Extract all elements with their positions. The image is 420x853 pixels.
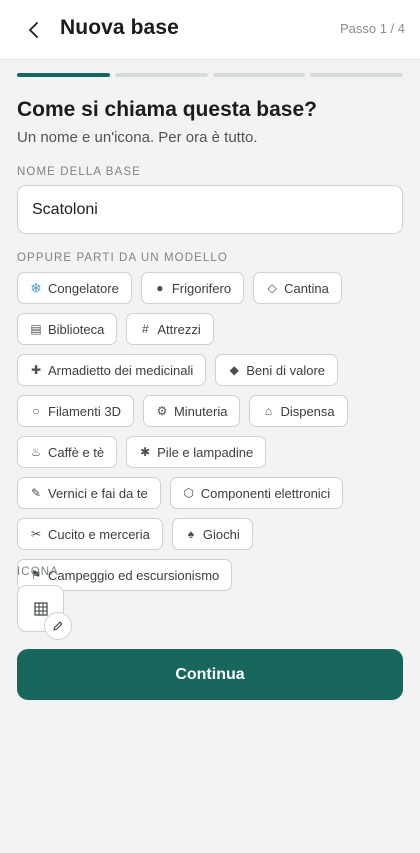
edit-icon-button[interactable]: [44, 612, 72, 640]
template-chip-label: Cucito e merceria: [48, 526, 150, 542]
intro: Come si chiama questa base? Un nome e un…: [17, 97, 403, 147]
template-chip[interactable]: ⬡ Componenti elettronici: [169, 477, 344, 509]
page-title: Nuova base: [60, 16, 179, 39]
circle-icon: ○: [32, 404, 40, 418]
template-chips: ❄ Congelatore ● Frigorifero ◇ Cantina ▤ Bibliot…: [17, 272, 407, 591]
template-chip-label: Armadietto dei medicinali: [48, 362, 194, 378]
progress-segment-1: [17, 73, 110, 77]
progress-segment-2: [114, 73, 208, 77]
chevron-left-icon: [29, 22, 38, 38]
template-chip[interactable]: ❄ Congelatore: [17, 272, 132, 304]
template-chip[interactable]: ▤ Biblioteca: [17, 313, 118, 345]
template-chip[interactable]: # Attrezzi: [126, 313, 214, 345]
template-chip-label: Frigorifero: [171, 280, 232, 296]
template-chip[interactable]: ⚙ Minuteria: [142, 395, 241, 427]
icon-label: ICONA: [17, 566, 59, 578]
progress-segment-4: [310, 73, 403, 77]
template-chip[interactable]: ◆ Beni di valore: [215, 354, 339, 386]
template-chip-label: Attrezzi: [157, 321, 201, 337]
pencil-icon: [53, 621, 63, 631]
template-chip-label: Dispensa: [280, 403, 335, 419]
template-chip-label: Giochi: [202, 526, 240, 542]
template-chip[interactable]: ⌂ Dispensa: [249, 395, 348, 427]
snowflake-icon: ❄: [30, 279, 42, 296]
template-chip[interactable]: ✱ Pile e lampadine: [126, 436, 267, 468]
template-chip-label: Vernici e fai da te: [48, 485, 148, 501]
template-chip-label: Minuteria: [173, 403, 228, 419]
diamond-icon: ◆: [229, 363, 239, 377]
template-chip[interactable]: ◇ Cantina: [253, 272, 342, 304]
hexagon-icon: ⬡: [183, 486, 194, 500]
base-name-input[interactable]: [17, 185, 403, 234]
template-chip-label: Campeggio ed escursionismo: [48, 567, 220, 583]
template-chip[interactable]: ● Frigorifero: [140, 272, 245, 304]
app-header: Nuova base Passo 1 / 4: [0, 0, 420, 60]
template-chip-label: Cantina: [284, 280, 329, 296]
template-chip-label: Componenti elettronici: [200, 485, 331, 501]
scissors-icon: ✂: [30, 527, 42, 541]
house-icon: ⌂: [264, 404, 273, 418]
template-chip[interactable]: ✎ Vernici e fai da te: [17, 477, 161, 509]
template-chip[interactable]: ✚ Armadietto dei medicinali: [17, 354, 207, 386]
diamond-outline-icon: ◇: [267, 281, 277, 295]
hot-drink-icon: ♨: [30, 445, 42, 459]
grid-icon: [33, 601, 48, 616]
step-indicator: Passo 1 / 4: [339, 21, 405, 36]
question-subheading: Un nome e un'icona. Per ora è tutto.: [17, 129, 258, 146]
template-chip-label: Filamenti 3D: [48, 403, 121, 419]
question-heading: Come si chiama questa base?: [17, 98, 317, 121]
dot-icon: ●: [156, 281, 164, 295]
template-chip-label: Congelatore: [48, 280, 119, 296]
template-chip-label: Pile e lampadine: [157, 444, 254, 460]
asterisk-icon: ✱: [140, 445, 151, 459]
continue-button[interactable]: Continua: [17, 649, 403, 700]
book-icon: ▤: [30, 322, 42, 336]
gear-icon: ⚙: [156, 404, 168, 418]
templates-label: OPPURE PARTI DA UN MODELLO: [17, 252, 228, 264]
template-chip[interactable]: ♠ Giochi: [171, 518, 253, 550]
template-chip-label: Biblioteca: [48, 321, 105, 337]
progress-bar: [17, 73, 403, 77]
template-chip[interactable]: ○ Filamenti 3D: [17, 395, 134, 427]
template-chip[interactable]: ✂ Cucito e merceria: [17, 518, 163, 550]
hash-icon: #: [142, 322, 149, 336]
back-button[interactable]: [16, 12, 52, 48]
template-chip[interactable]: ♨ Caffè e tè: [17, 436, 118, 468]
plus-icon: ✚: [30, 363, 42, 377]
template-chip-label: Beni di valore: [246, 362, 326, 378]
progress-segment-3: [212, 73, 306, 77]
spade-icon: ♠: [187, 527, 195, 541]
template-chip-label: Caffè e tè: [48, 444, 105, 460]
name-field-label: NOME DELLA BASE: [17, 166, 141, 178]
brush-icon: ✎: [30, 486, 42, 500]
